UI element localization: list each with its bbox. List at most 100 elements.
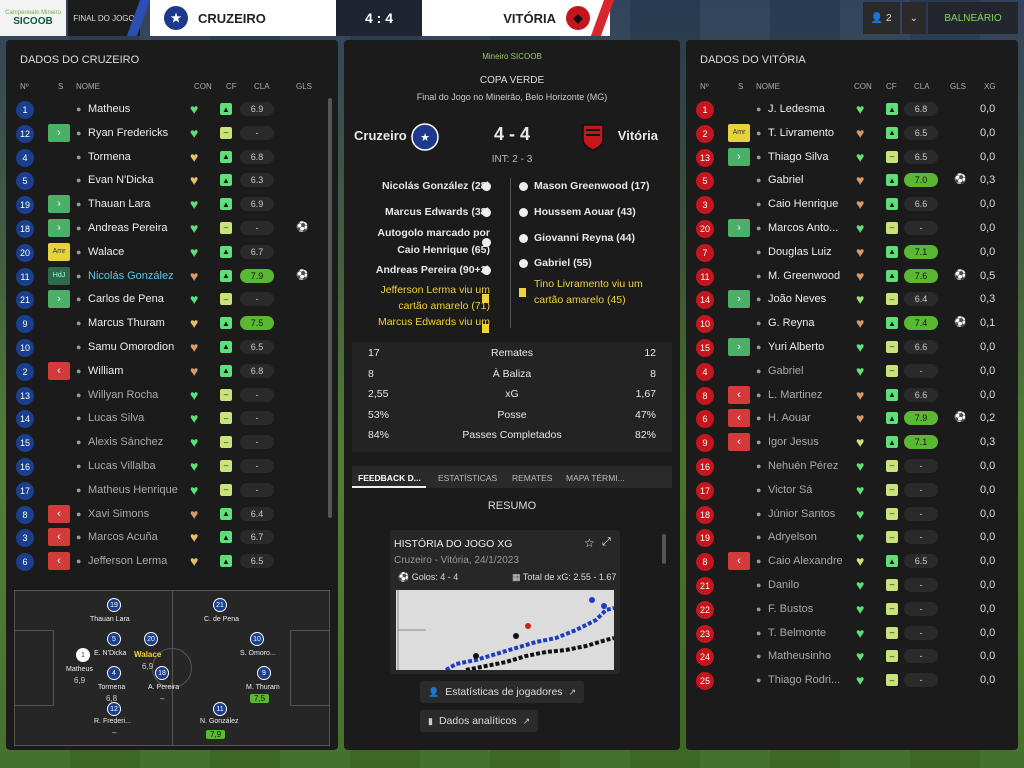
col-con[interactable]: CON <box>854 82 872 91</box>
player-name[interactable]: Marcos Acuña <box>88 531 158 543</box>
tab-feedback[interactable]: FEEDBACK D... <box>358 473 421 483</box>
player-name[interactable]: Jefferson Lerma <box>88 555 167 567</box>
player-row[interactable]: 23 ● T. Belmonte ♥ – - 0,0 <box>692 622 1004 646</box>
player-row[interactable]: 1 ● Matheus ♥ ▲ 6.9 <box>12 98 324 122</box>
player-row[interactable]: 21 › ● Carlos de Pena ♥ – - <box>12 288 324 312</box>
player-name[interactable]: T. Belmonte <box>768 627 826 639</box>
player-row[interactable]: 3 ‹ ● Marcos Acuña ♥ ▲ 6.7 <box>12 526 324 550</box>
player-name[interactable]: Willyan Rocha <box>88 389 158 401</box>
player-name[interactable]: Marcos Anto... <box>768 222 838 234</box>
player-name[interactable]: Samu Omorodion <box>88 341 174 353</box>
pitch-player-21[interactable]: 21 <box>213 598 227 612</box>
pitch-player-10[interactable]: 10 <box>250 632 264 646</box>
tab-estatisticas[interactable]: ESTATÍSTICAS <box>438 473 497 483</box>
expand-icon[interactable]: ⤢ <box>602 536 611 549</box>
player-row[interactable]: 20 › ● Marcos Anto... ♥ – - 0,0 <box>692 217 1004 241</box>
player-name[interactable]: M. Greenwood <box>768 270 840 282</box>
player-row[interactable]: 21 ● Danilo ♥ – - 0,0 <box>692 574 1004 598</box>
balneario-button[interactable]: BALNEÁRIO <box>928 2 1018 34</box>
player-name[interactable]: Alexis Sánchez <box>88 436 163 448</box>
player-row[interactable]: 17 ● Victor Sá ♥ – - 0,0 <box>692 479 1004 503</box>
dropdown-button[interactable]: ⌄ <box>901 2 926 34</box>
player-row[interactable]: 19 ● Adryelson ♥ – - 0,0 <box>692 526 1004 550</box>
col-num[interactable]: Nº <box>700 82 709 91</box>
player-row[interactable]: 7 ● Douglas Luiz ♥ ▲ 7.1 0,0 <box>692 241 1004 265</box>
player-row[interactable]: 8 ‹ ● Xavi Simons ♥ ▲ 6.4 <box>12 503 324 527</box>
analytics-button[interactable]: ▮ Dados analíticos ↗ <box>420 710 539 732</box>
star-icon[interactable]: ☆ <box>584 536 595 550</box>
player-name[interactable]: Marcus Thuram <box>88 317 165 329</box>
users-button[interactable]: 👤 2 <box>862 2 900 34</box>
player-name[interactable]: Yuri Alberto <box>768 341 824 353</box>
player-row[interactable]: 2 ‹ ● William ♥ ▲ 6.8 <box>12 360 324 384</box>
player-row[interactable]: 3 ● Caio Henrique ♥ ▲ 6.6 0,0 <box>692 193 1004 217</box>
player-name[interactable]: Caio Henrique <box>768 198 838 210</box>
col-cf[interactable]: CF <box>226 82 237 91</box>
player-name[interactable]: Adryelson <box>768 531 817 543</box>
player-name[interactable]: Carlos de Pena <box>88 293 164 305</box>
player-name[interactable]: Tormena <box>88 151 131 163</box>
player-name[interactable]: Júnior Santos <box>768 508 835 520</box>
col-s[interactable]: S <box>738 82 743 91</box>
col-name[interactable]: NOME <box>76 82 100 91</box>
player-row[interactable]: 17 ● Matheus Henrique ♥ – - <box>12 479 324 503</box>
player-name[interactable]: Gabriel <box>768 174 803 186</box>
col-con[interactable]: CON <box>194 82 212 91</box>
tab-remates[interactable]: REMATES <box>512 473 552 483</box>
col-gls[interactable]: GLS <box>296 82 312 91</box>
player-name[interactable]: Caio Alexandre <box>768 555 843 567</box>
summary-scrollbar[interactable] <box>662 534 666 564</box>
player-row[interactable]: 9 ● Marcus Thuram ♥ ▲ 7.5 <box>12 312 324 336</box>
col-gls[interactable]: GLS <box>950 82 966 91</box>
player-row[interactable]: 1 ● J. Ledesma ♥ ▲ 6.8 0,0 <box>692 98 1004 122</box>
player-name[interactable]: Victor Sá <box>768 484 812 496</box>
player-name[interactable]: J. Ledesma <box>768 103 825 115</box>
player-name[interactable]: T. Livramento <box>768 127 834 139</box>
player-name[interactable]: Matheus Henrique <box>88 484 178 496</box>
player-row[interactable]: 11 HdJ ● Nicolás González ♥ ▲ 7.9 ⚽ <box>12 265 324 289</box>
player-row[interactable]: 16 ● Lucas Villalba ♥ – - <box>12 455 324 479</box>
pitch-player-19[interactable]: 19 <box>107 598 121 612</box>
player-row[interactable]: 20 Amr ● Walace ♥ ▲ 6.7 <box>12 241 324 265</box>
player-row[interactable]: 22 ● F. Bustos ♥ – - 0,0 <box>692 598 1004 622</box>
player-name[interactable]: Igor Jesus <box>768 436 819 448</box>
player-row[interactable]: 12 › ● Ryan Fredericks ♥ – - <box>12 122 324 146</box>
col-cf[interactable]: CF <box>886 82 897 91</box>
pitch-player-18[interactable]: 18 <box>155 666 169 680</box>
player-row[interactable]: 5 ● Evan N'Dicka ♥ ▲ 6.3 <box>12 169 324 193</box>
col-name[interactable]: NOME <box>756 82 780 91</box>
player-name[interactable]: Danilo <box>768 579 799 591</box>
col-cla[interactable]: CLA <box>914 82 930 91</box>
player-name[interactable]: Xavi Simons <box>88 508 149 520</box>
pitch-player-11[interactable]: 11 <box>213 702 227 716</box>
pitch-player-9[interactable]: 9 <box>257 666 271 680</box>
player-row[interactable]: 11 ● M. Greenwood ♥ ▲ 7.6 ⚽ 0,5 <box>692 265 1004 289</box>
player-row[interactable]: 4 ● Tormena ♥ ▲ 6.8 <box>12 146 324 170</box>
col-num[interactable]: Nº <box>20 82 29 91</box>
player-row[interactable]: 15 ● Alexis Sánchez ♥ – - <box>12 431 324 455</box>
player-name[interactable]: L. Martinez <box>768 389 822 401</box>
player-name[interactable]: Walace <box>88 246 124 258</box>
col-cla[interactable]: CLA <box>254 82 270 91</box>
player-name[interactable]: Lucas Villalba <box>88 460 156 472</box>
home-list-scrollbar[interactable] <box>328 98 332 518</box>
player-row[interactable]: 6 ‹ ● Jefferson Lerma ♥ ▲ 6.5 <box>12 550 324 574</box>
pitch-player-12[interactable]: 12 <box>107 702 121 716</box>
player-name[interactable]: Ryan Fredericks <box>88 127 168 139</box>
player-row[interactable]: 2 Amr ● T. Livramento ♥ ▲ 6.5 0,0 <box>692 122 1004 146</box>
player-name[interactable]: Matheusinho <box>768 650 831 662</box>
player-name[interactable]: Douglas Luiz <box>768 246 832 258</box>
player-row[interactable]: 18 › ● Andreas Pereira ♥ – - ⚽ <box>12 217 324 241</box>
player-name[interactable]: Nehuén Pérez <box>768 460 838 472</box>
player-row[interactable]: 9 ‹ ● Igor Jesus ♥ ▲ 7.1 0,3 <box>692 431 1004 455</box>
pitch-player-4[interactable]: 4 <box>107 666 121 680</box>
player-row[interactable]: 15 › ● Yuri Alberto ♥ –6.6 0,0 <box>692 336 1004 360</box>
player-name[interactable]: H. Aouar <box>768 412 811 424</box>
tab-mapa-termico[interactable]: MAPA TÉRMI... <box>566 473 625 483</box>
player-name[interactable]: João Neves <box>768 293 826 305</box>
player-row[interactable]: 14 › ● João Neves ♥ –6.4 0,3 <box>692 288 1004 312</box>
player-row[interactable]: 24 ● Matheusinho ♥ – - 0,0 <box>692 645 1004 669</box>
player-name[interactable]: Gabriel <box>768 365 803 377</box>
player-row[interactable]: 13 ● Willyan Rocha ♥ – - <box>12 384 324 408</box>
player-name[interactable]: Andreas Pereira <box>88 222 168 234</box>
